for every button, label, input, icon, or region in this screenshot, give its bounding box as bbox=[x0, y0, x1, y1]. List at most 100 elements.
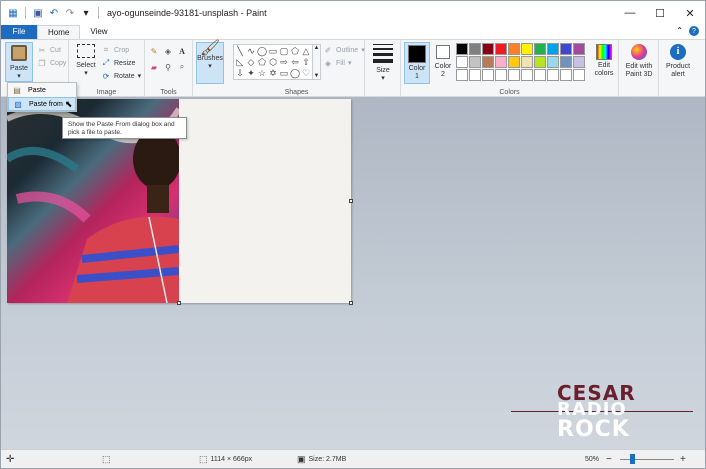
tab-file[interactable]: File bbox=[1, 25, 37, 39]
zoom-slider-thumb[interactable] bbox=[630, 454, 635, 464]
copy-button[interactable]: ❐ Copy bbox=[37, 57, 66, 69]
rotate-button[interactable]: ⟳ Rotate ▾ bbox=[101, 70, 142, 82]
color-swatch[interactable] bbox=[534, 43, 546, 55]
scroll-down-icon[interactable]: ▼ bbox=[314, 73, 320, 79]
curve-shape-icon[interactable]: ∿ bbox=[246, 46, 256, 56]
tab-view[interactable]: View bbox=[80, 25, 117, 39]
fill-bucket-icon[interactable]: ◈ bbox=[163, 46, 173, 56]
down-arrow-shape-icon[interactable]: ⇩ bbox=[235, 68, 245, 78]
heart-shape-icon[interactable]: ♡ bbox=[301, 68, 311, 78]
color-swatch[interactable] bbox=[560, 56, 572, 68]
resize-handle-bottom[interactable] bbox=[177, 301, 181, 305]
brushes-button[interactable]: 🖌 Brushes ▾ bbox=[196, 41, 224, 84]
five-point-star-shape-icon[interactable]: ☆ bbox=[257, 68, 267, 78]
product-alert-button[interactable]: i Product alert bbox=[661, 44, 695, 79]
color-swatch[interactable] bbox=[534, 56, 546, 68]
left-arrow-shape-icon[interactable]: ⇦ bbox=[290, 57, 300, 67]
edit-colors-button[interactable]: Edit colors bbox=[591, 44, 617, 78]
line-shape-icon[interactable]: ╲ bbox=[235, 46, 245, 56]
save-icon[interactable]: ▣ bbox=[32, 7, 44, 19]
magnifier-icon[interactable]: ⌕ bbox=[177, 62, 187, 72]
color-swatch[interactable] bbox=[482, 69, 494, 81]
right-triangle-shape-icon[interactable]: ◺ bbox=[235, 57, 245, 67]
color-swatch[interactable] bbox=[508, 43, 520, 55]
oval-shape-icon[interactable]: ◯ bbox=[257, 46, 267, 56]
color-swatch[interactable] bbox=[456, 43, 468, 55]
color-swatch[interactable] bbox=[469, 56, 481, 68]
color-swatch[interactable] bbox=[495, 69, 507, 81]
pencil-icon[interactable]: ✎ bbox=[149, 46, 159, 56]
six-point-star-shape-icon[interactable]: ✡ bbox=[268, 68, 278, 78]
color-swatch[interactable] bbox=[534, 69, 546, 81]
color1-button[interactable]: Color 1 bbox=[404, 42, 430, 84]
crop-button[interactable]: ⌗ Crop bbox=[101, 44, 129, 56]
color-swatch[interactable] bbox=[495, 56, 507, 68]
color-swatch[interactable] bbox=[469, 43, 481, 55]
customize-qat-icon[interactable]: ▾ bbox=[80, 7, 92, 19]
rectangle-shape-icon[interactable]: ▭ bbox=[268, 46, 278, 56]
four-point-star-shape-icon[interactable]: ✦ bbox=[246, 68, 256, 78]
diamond-shape-icon[interactable]: ◇ bbox=[246, 57, 256, 67]
hexagon-shape-icon[interactable]: ⬡ bbox=[268, 57, 278, 67]
close-button[interactable]: ✕ bbox=[675, 1, 705, 25]
cut-button[interactable]: ✂ Cut bbox=[37, 44, 61, 56]
color-swatch[interactable] bbox=[573, 43, 585, 55]
menu-item-paste-from[interactable]: ▨ Paste from ⬉ bbox=[8, 97, 76, 111]
shapes-gallery-scroll[interactable]: ▲ ▼ bbox=[313, 44, 321, 80]
resize-handle-corner[interactable] bbox=[349, 301, 353, 305]
triangle-shape-icon[interactable]: △ bbox=[301, 46, 311, 56]
color-swatch[interactable] bbox=[508, 56, 520, 68]
color-swatch[interactable] bbox=[547, 56, 559, 68]
color-picker-icon[interactable]: ⚲ bbox=[163, 62, 173, 72]
rounded-rectangle-shape-icon[interactable]: ▢ bbox=[279, 46, 289, 56]
collapse-ribbon-icon[interactable]: ⌃ bbox=[676, 26, 683, 36]
select-button[interactable]: Select ▾ bbox=[73, 44, 99, 78]
color-swatch[interactable] bbox=[521, 56, 533, 68]
color-swatch[interactable] bbox=[482, 43, 494, 55]
color-swatch[interactable] bbox=[521, 69, 533, 81]
eraser-icon[interactable]: ▰ bbox=[149, 62, 159, 72]
resize-handle-right[interactable] bbox=[349, 199, 353, 203]
color-swatch[interactable] bbox=[456, 69, 468, 81]
color-swatch[interactable] bbox=[547, 69, 559, 81]
zoom-in-button[interactable]: + bbox=[680, 450, 686, 469]
text-icon[interactable]: A bbox=[177, 46, 187, 56]
color-swatch[interactable] bbox=[573, 69, 585, 81]
color-swatch[interactable] bbox=[560, 69, 572, 81]
menu-item-paste[interactable]: ▤ Paste bbox=[8, 83, 76, 97]
pentagon-shape-icon[interactable]: ⬠ bbox=[257, 57, 267, 67]
tab-home[interactable]: Home bbox=[37, 25, 81, 39]
paste-button[interactable]: Paste ▾ bbox=[5, 42, 33, 82]
color-swatch[interactable] bbox=[456, 56, 468, 68]
color-swatch[interactable] bbox=[547, 43, 559, 55]
color2-button[interactable]: Color 2 bbox=[432, 44, 454, 79]
right-arrow-shape-icon[interactable]: ⇨ bbox=[279, 57, 289, 67]
size-button[interactable]: Size ▾ bbox=[369, 44, 397, 83]
color-swatch[interactable] bbox=[521, 43, 533, 55]
edit-with-paint3d-button[interactable]: Edit with Paint 3D bbox=[621, 44, 657, 79]
maximize-button[interactable]: ☐ bbox=[645, 1, 675, 25]
scroll-up-icon[interactable]: ▲ bbox=[314, 45, 320, 51]
minimize-button[interactable]: — bbox=[615, 1, 645, 25]
shapes-gallery[interactable]: ╲ ∿ ◯ ▭ ▢ ⬠ △ ◺ ◇ ⬠ ⬡ ⇨ ⇦ ⇧ ⇩ ✦ ☆ ✡ ▭ ◯ bbox=[233, 44, 313, 80]
image-group-label: Image bbox=[96, 89, 117, 96]
color-swatch[interactable] bbox=[469, 69, 481, 81]
color-swatch[interactable] bbox=[573, 56, 585, 68]
color-swatch[interactable] bbox=[495, 43, 507, 55]
undo-icon[interactable]: ↶ bbox=[48, 7, 60, 19]
colors-group-label: Colors bbox=[499, 89, 520, 96]
up-arrow-shape-icon[interactable]: ⇧ bbox=[301, 57, 311, 67]
outline-button[interactable]: ✐ Outline ▾ bbox=[323, 44, 365, 56]
polygon-shape-icon[interactable]: ⬠ bbox=[290, 46, 300, 56]
zoom-out-button[interactable]: − bbox=[606, 450, 612, 469]
oval-callout-shape-icon[interactable]: ◯ bbox=[290, 68, 300, 78]
redo-icon[interactable]: ↷ bbox=[64, 7, 76, 19]
fill-button[interactable]: ◈ Fill ▾ bbox=[323, 57, 352, 69]
color-swatch[interactable] bbox=[508, 69, 520, 81]
zoom-slider-track[interactable] bbox=[620, 459, 674, 460]
resize-button[interactable]: ⤢ Resize bbox=[101, 57, 136, 69]
color-swatch[interactable] bbox=[560, 43, 572, 55]
callout-shape-icon[interactable]: ▭ bbox=[279, 68, 289, 78]
help-icon[interactable]: ? bbox=[689, 26, 699, 36]
color-swatch[interactable] bbox=[482, 56, 494, 68]
